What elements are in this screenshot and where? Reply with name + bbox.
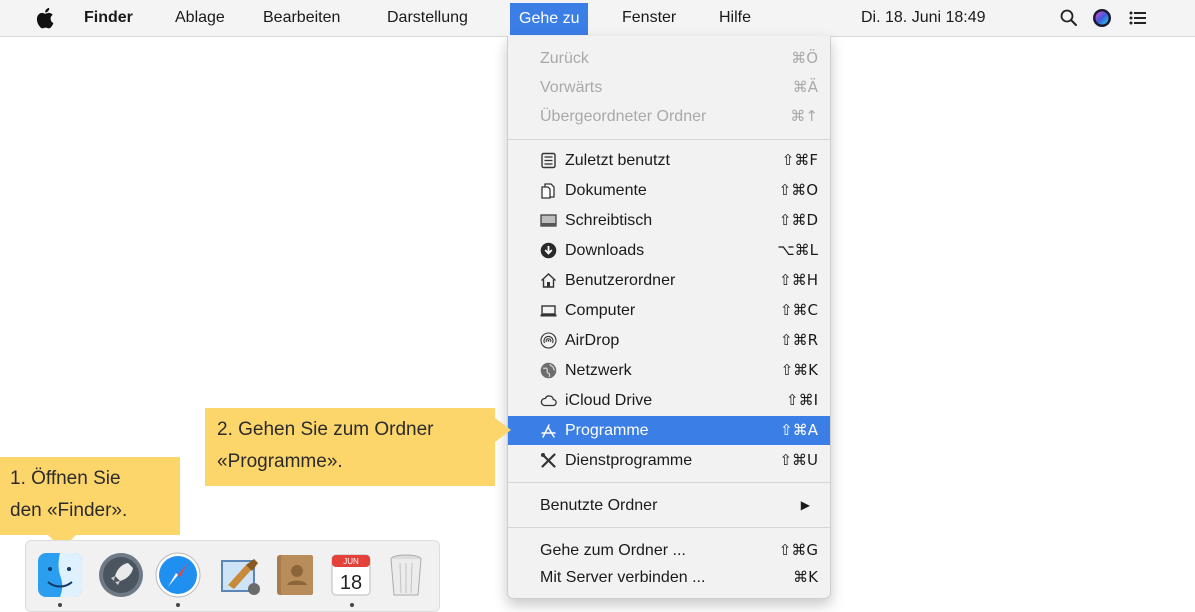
menu-item-label: Benutzerordner: [565, 272, 676, 289]
menu-item-shortcut: ⌘Ö: [791, 49, 818, 67]
safari-icon[interactable]: [154, 551, 202, 599]
menu-darstellung[interactable]: Darstellung: [387, 0, 468, 36]
menu-item-recent-folders[interactable]: Benutzte Ordner ▶: [508, 491, 830, 520]
notification-center-icon[interactable]: [1128, 8, 1148, 28]
menu-item-label: Schreibtisch: [565, 212, 653, 229]
menu-bar: Finder Ablage Bearbeiten Darstellung Geh…: [0, 0, 1195, 37]
callout-text-line: 1. Öffnen Sie: [10, 468, 121, 489]
menu-item-applications[interactable]: Programme ⇧⌘A: [508, 416, 830, 445]
callout-text-line: 2. Gehen Sie zum Ordner: [217, 419, 434, 440]
menu-item-label: Übergeordneter Ordner: [540, 108, 707, 125]
calendar-month: JUN: [343, 557, 359, 566]
menu-separator: [508, 139, 830, 140]
menu-item-downloads[interactable]: Downloads ⌥⌘L: [508, 236, 830, 265]
menu-item-shortcut: ⌘Ä: [792, 78, 818, 96]
menu-item-label: Benutzte Ordner: [540, 497, 658, 514]
finder-icon[interactable]: [36, 551, 84, 599]
callout-text-line: den «Finder».: [10, 500, 128, 521]
menu-gehe-zu[interactable]: Gehe zu: [510, 3, 589, 35]
menu-item-shortcut: ⇧⌘F: [781, 151, 818, 169]
menu-item-shortcut: ⇧⌘H: [779, 271, 818, 289]
menu-item-shortcut: ⇧⌘G: [778, 541, 818, 559]
icloud-icon: [540, 395, 557, 407]
menu-item-label: Dienstprogramme: [565, 452, 693, 469]
submenu-arrow-icon: ▶: [800, 498, 810, 512]
menu-item-airdrop[interactable]: AirDrop ⇧⌘R: [508, 326, 830, 355]
home-icon: [541, 273, 556, 288]
menu-hilfe[interactable]: Hilfe: [719, 0, 751, 36]
search-icon[interactable]: [1059, 8, 1079, 28]
menu-item-home[interactable]: Benutzerordner ⇧⌘H: [508, 266, 830, 295]
menu-item-label: Zuletzt benutzt: [565, 152, 670, 169]
downloads-icon: [540, 242, 557, 259]
menu-item-shortcut: ⇧⌘C: [779, 301, 818, 319]
menu-item-network[interactable]: Netzwerk ⇧⌘K: [508, 356, 830, 385]
menu-item-label: Programme: [565, 422, 649, 439]
launchpad-icon[interactable]: [97, 551, 145, 599]
menu-item-label: Mit Server verbinden ...: [540, 569, 706, 586]
siri-icon[interactable]: [1092, 8, 1112, 28]
menu-item-label: Vorwärts: [540, 79, 603, 96]
utilities-icon: [541, 453, 556, 468]
menu-item-label: Zurück: [540, 50, 589, 67]
callout-text-line: «Programme».: [217, 451, 343, 472]
menu-item-recents[interactable]: Zuletzt benutzt ⇧⌘F: [508, 146, 830, 175]
menu-item-shortcut: ⇧⌘I: [786, 391, 818, 409]
menu-item-shortcut: ⌘K: [793, 568, 818, 586]
menu-item-forward: Vorwärts ⌘Ä: [508, 73, 830, 102]
apple-logo-icon[interactable]: [36, 6, 56, 30]
menu-item-documents[interactable]: Dokumente ⇧⌘O: [508, 176, 830, 205]
menu-item-label: Gehe zum Ordner ...: [540, 542, 686, 559]
menu-item-shortcut: ⇧⌘U: [779, 451, 818, 469]
contacts-icon[interactable]: [272, 551, 320, 599]
menu-item-connect-to-server[interactable]: Mit Server verbinden ... ⌘K: [508, 563, 830, 592]
menu-item-shortcut: ⌥⌘L: [777, 241, 818, 259]
menu-item-shortcut: ⇧⌘A: [780, 421, 818, 439]
menu-item-back: Zurück ⌘Ö: [508, 44, 830, 73]
running-indicator: [350, 603, 354, 607]
menu-item-computer[interactable]: Computer ⇧⌘C: [508, 296, 830, 325]
menu-item-go-to-folder[interactable]: Gehe zum Ordner ... ⇧⌘G: [508, 536, 830, 565]
applications-icon: [541, 424, 556, 438]
dock: JUN 18: [25, 540, 440, 612]
menu-item-desktop[interactable]: Schreibtisch ⇧⌘D: [508, 206, 830, 235]
menu-item-shortcut: ⌘↑: [790, 107, 818, 125]
menu-item-icloud-drive[interactable]: iCloud Drive ⇧⌘I: [508, 386, 830, 415]
callout-step-1: 1. Öffnen Sie den «Finder».: [0, 457, 180, 549]
menu-item-label: Dokumente: [565, 182, 647, 199]
menu-item-shortcut: ⇧⌘O: [778, 181, 818, 199]
menu-app-finder[interactable]: Finder: [84, 0, 133, 36]
go-menu-dropdown: Zurück ⌘Ö Vorwärts ⌘Ä Übergeordneter Ord…: [507, 36, 831, 599]
running-indicator: [58, 603, 62, 607]
menubar-clock[interactable]: Di. 18. Juni 18:49: [861, 0, 986, 36]
menu-item-label: AirDrop: [565, 332, 620, 349]
desktop-icon: [540, 214, 557, 227]
menu-separator: [508, 482, 830, 483]
airdrop-icon: [540, 332, 557, 349]
network-icon: [540, 362, 557, 379]
menu-item-label: iCloud Drive: [565, 392, 653, 409]
menu-item-label: Computer: [565, 302, 636, 319]
mail-icon[interactable]: [216, 551, 264, 599]
recents-icon: [541, 152, 556, 169]
menu-item-utilities[interactable]: Dienstprogramme ⇧⌘U: [508, 446, 830, 475]
trash-icon[interactable]: [382, 551, 430, 599]
menu-item-shortcut: ⇧⌘K: [780, 361, 818, 379]
callout-step-2: 2. Gehen Sie zum Ordner «Programme».: [205, 408, 511, 486]
menu-item-enclosing-folder: Übergeordneter Ordner ⌘↑: [508, 102, 830, 131]
menu-item-shortcut: ⇧⌘R: [780, 331, 818, 349]
menu-item-label: Netzwerk: [565, 362, 632, 379]
running-indicator: [176, 603, 180, 607]
calendar-icon[interactable]: JUN 18: [327, 551, 375, 599]
menu-fenster[interactable]: Fenster: [622, 0, 676, 36]
menu-ablage[interactable]: Ablage: [175, 0, 225, 36]
menu-bearbeiten[interactable]: Bearbeiten: [263, 0, 340, 36]
menu-separator: [508, 527, 830, 528]
calendar-day: 18: [340, 572, 362, 594]
menu-item-label: Downloads: [565, 242, 645, 259]
menu-item-shortcut: ⇧⌘D: [778, 211, 818, 229]
documents-icon: [541, 183, 555, 199]
computer-icon: [540, 305, 557, 317]
